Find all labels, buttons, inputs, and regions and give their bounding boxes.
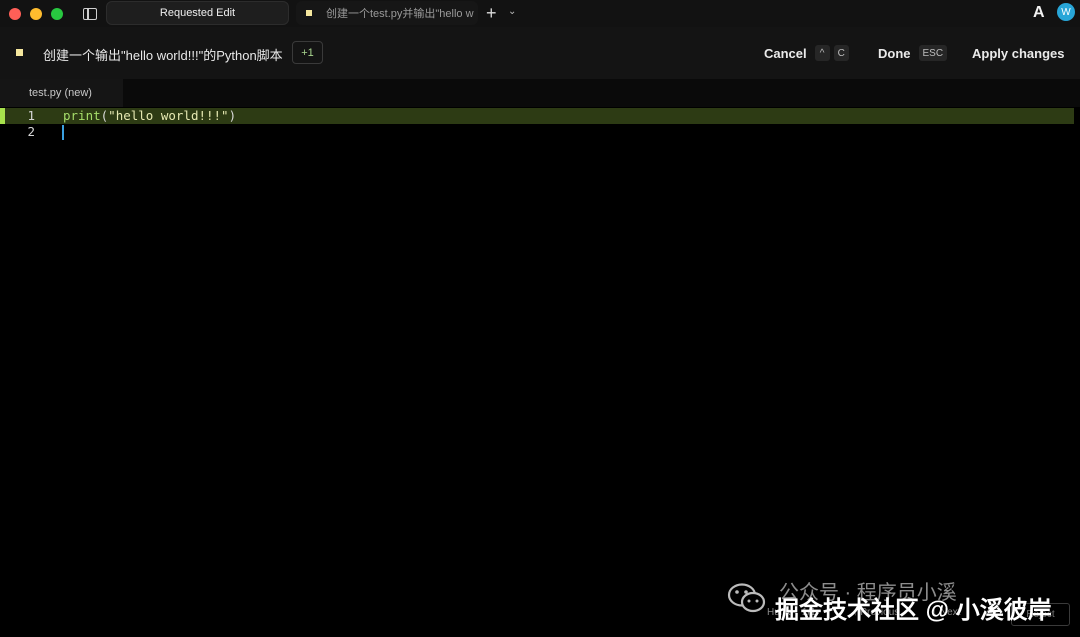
tab-label: 创建一个test.py并输出"hello w xyxy=(326,8,474,20)
watermark-line-2: 掘金技术社区 @ 小溪彼岸 xyxy=(775,597,1052,624)
window-controls xyxy=(9,7,63,20)
code-editor[interactable]: 1 print("hello world!!!") 2 xyxy=(0,107,1080,597)
kbd-esc: ESC xyxy=(918,45,948,61)
line-number: 2 xyxy=(27,124,35,139)
minimize-window-button[interactable] xyxy=(30,7,42,20)
extra-count-badge[interactable]: +1 xyxy=(292,41,323,64)
sidebar-toggle-icon[interactable] xyxy=(83,7,97,20)
code-line[interactable]: 1 print("hello world!!!") xyxy=(0,108,1080,124)
edit-header: 创建一个输出"hello world!!!"的Python脚本 +1 Cance… xyxy=(0,27,1080,79)
square-icon xyxy=(306,10,312,16)
code-paren-close: ) xyxy=(228,108,237,123)
edit-title: 创建一个输出"hello world!!!"的Python脚本 xyxy=(43,48,283,63)
tab-requested-edit[interactable]: Requested Edit xyxy=(106,1,289,25)
file-tab-label: test.py (new) xyxy=(29,87,92,99)
avatar[interactable]: W xyxy=(1057,3,1075,21)
done-button[interactable]: Done ESC xyxy=(878,27,948,79)
chevron-down-icon[interactable]: ⌄ xyxy=(508,6,516,17)
line-number: 1 xyxy=(27,108,35,123)
code-text: print("hello world!!!") xyxy=(63,108,236,124)
code-line[interactable]: 2 xyxy=(0,124,1080,140)
close-window-button[interactable] xyxy=(9,7,21,20)
app-logo-icon: A xyxy=(1033,4,1045,21)
code-function: print xyxy=(63,108,101,123)
added-line-marker xyxy=(0,108,5,124)
file-tab-test-py[interactable]: test.py (new) xyxy=(0,79,123,107)
kbd-ctrl: ^ xyxy=(814,45,830,61)
tab-label: Requested Edit xyxy=(159,7,236,19)
file-tab-bar: test.py (new) xyxy=(0,79,1080,107)
zoom-window-button[interactable] xyxy=(51,7,63,20)
apply-label: Apply changes xyxy=(972,45,1065,61)
code-string: "hello world!!!" xyxy=(108,108,229,123)
watermark: 公众号 · 程序员小溪 掘金技术社区 @ 小溪彼岸 xyxy=(727,576,1067,632)
plus-icon[interactable]: + xyxy=(486,3,497,24)
apply-changes-button[interactable]: Apply changes xyxy=(972,27,1064,79)
wechat-icon xyxy=(727,583,766,613)
kbd-c: C xyxy=(833,45,849,61)
square-icon xyxy=(16,49,23,56)
cancel-label: Cancel xyxy=(764,45,807,61)
cancel-button[interactable]: Cancel ^ C xyxy=(764,27,849,79)
tab-chat[interactable]: 创建一个test.py并输出"hello w xyxy=(296,1,478,25)
text-caret xyxy=(62,125,64,140)
done-label: Done xyxy=(878,45,911,61)
